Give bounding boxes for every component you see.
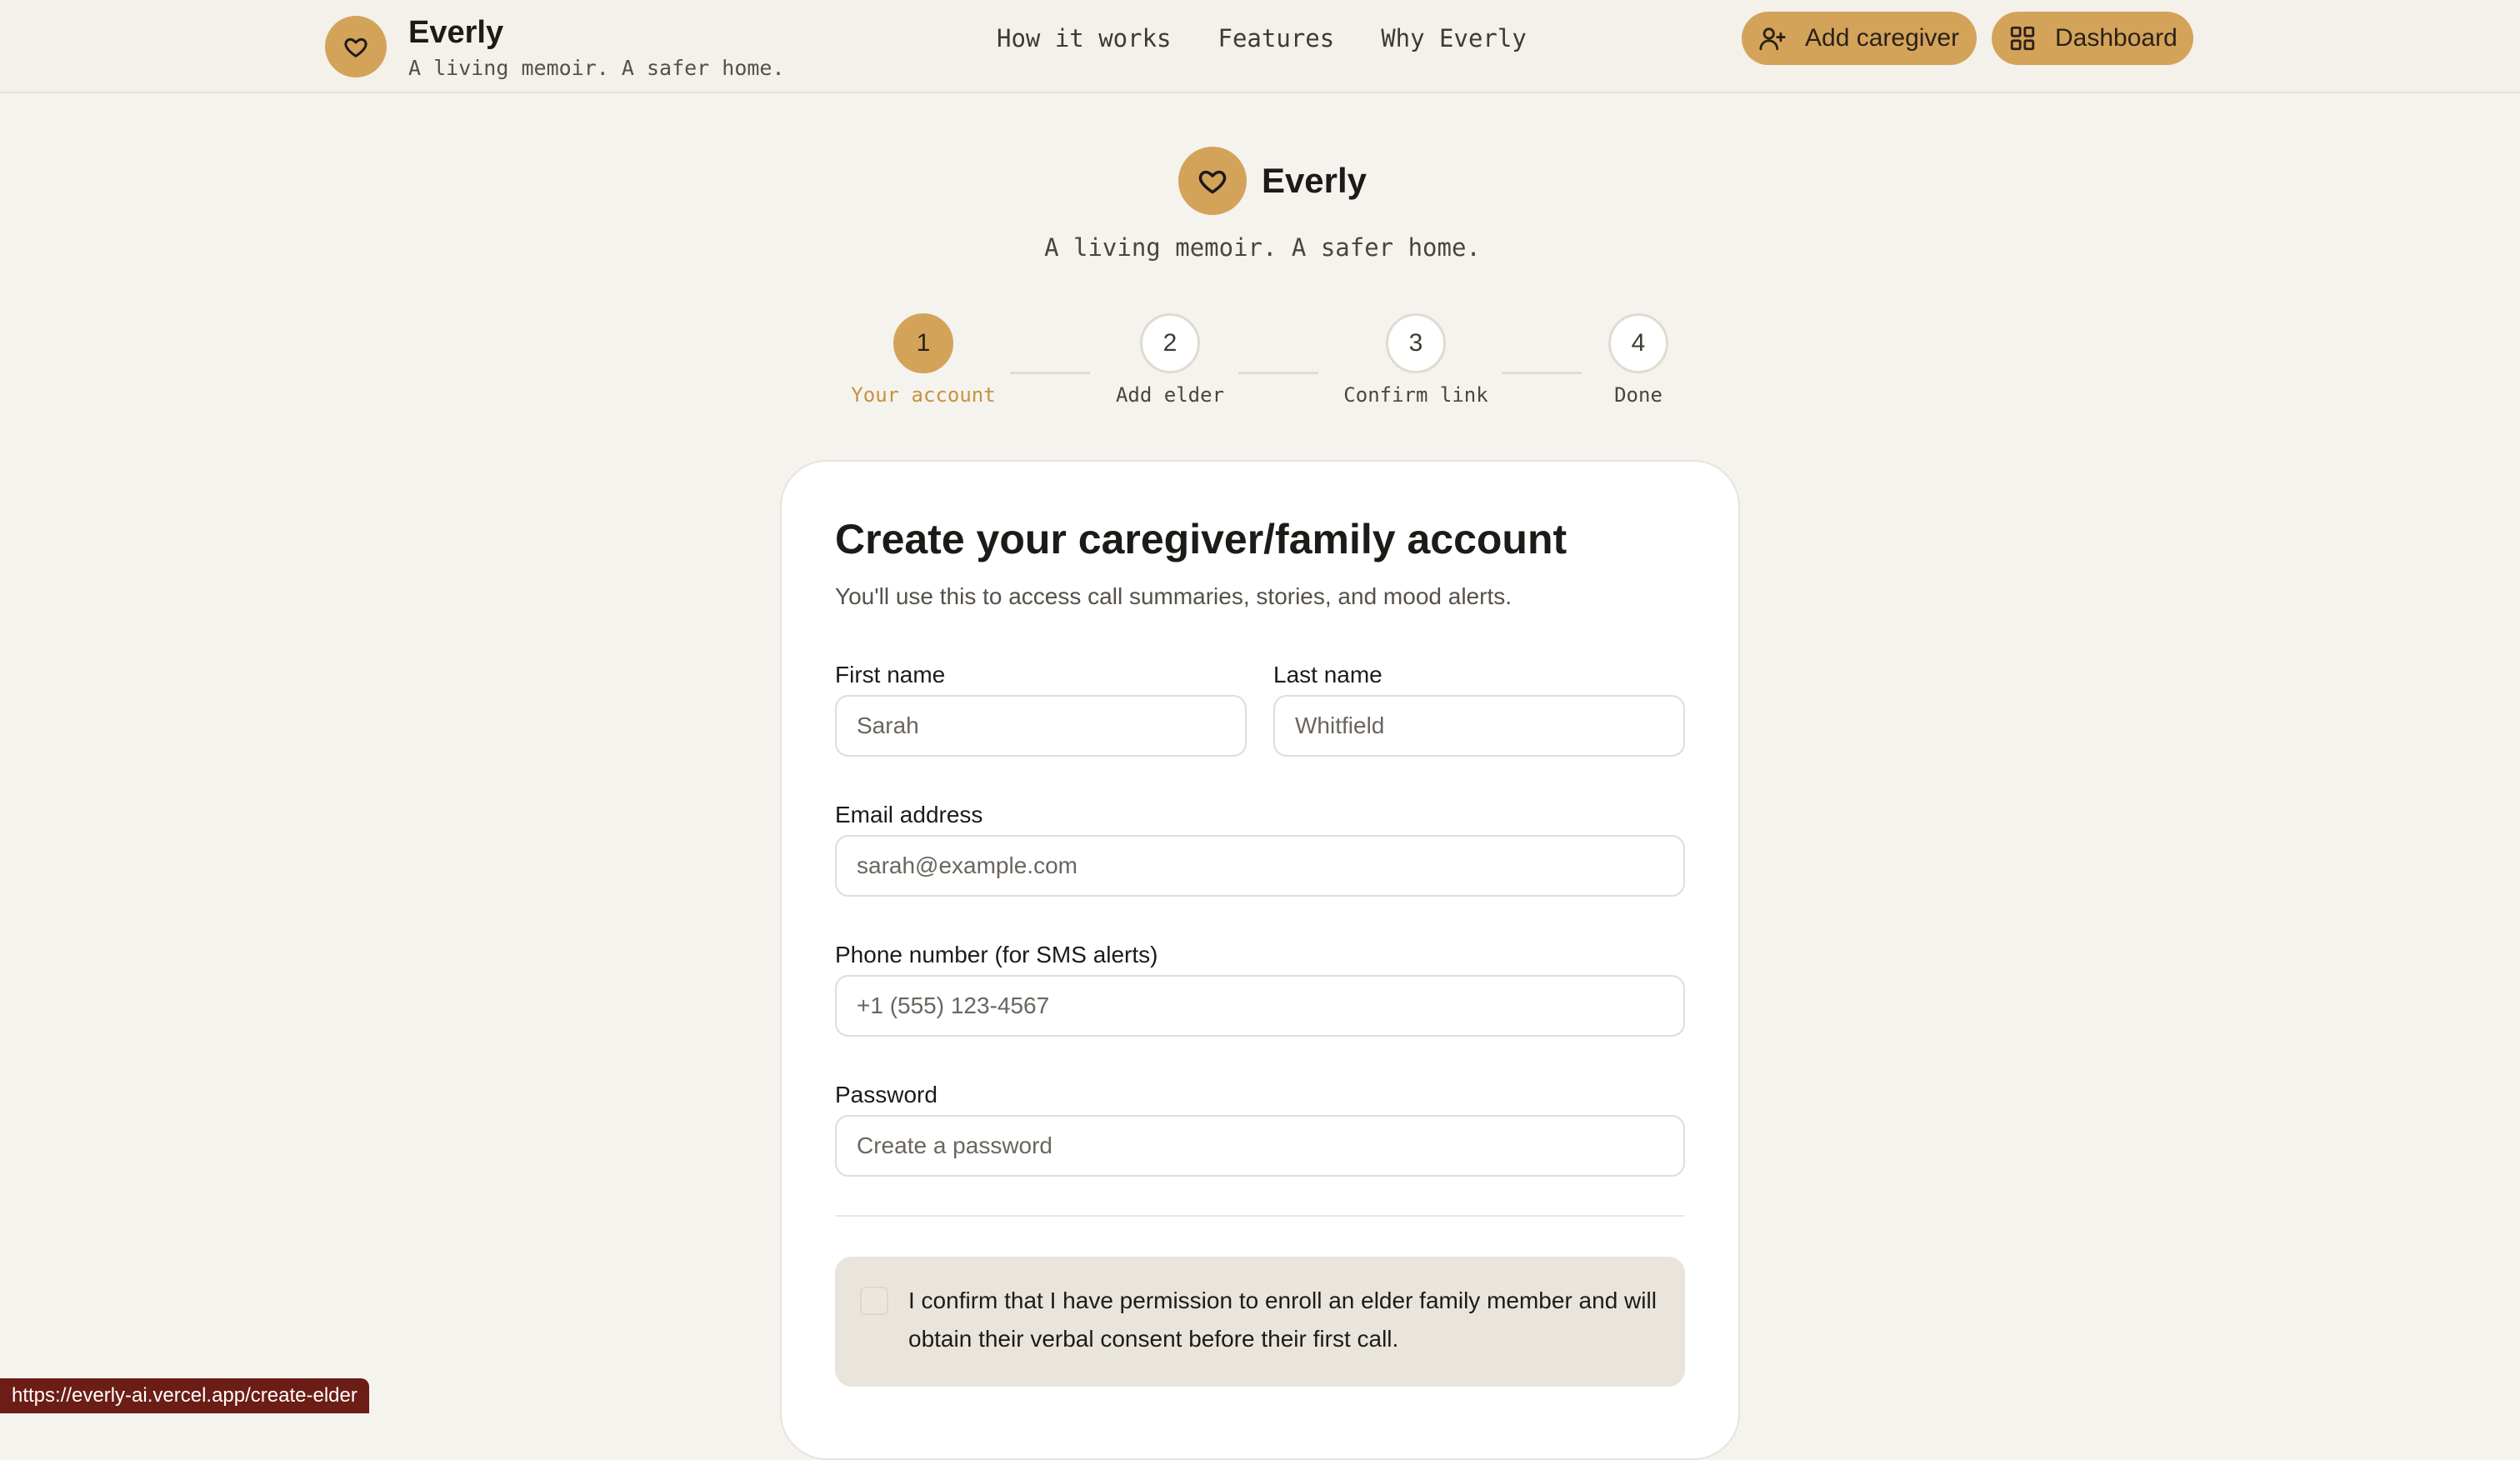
consent-box: I confirm that I have permission to enro… — [835, 1257, 1685, 1387]
step-number: 2 — [1140, 313, 1200, 373]
brand-tagline: A living memoir. A safer home. — [408, 55, 785, 80]
nav-links: How it works Features Why Everly — [997, 22, 1527, 55]
dashboard-label: Dashboard — [2055, 24, 2178, 52]
hero-tagline: A living memoir. A safer home. — [1044, 233, 1481, 262]
step-label: Add elder — [1115, 383, 1225, 407]
top-navigation-bar: Everly A living memoir. A safer home. Ho… — [0, 0, 2520, 93]
brand-name: Everly — [408, 14, 504, 50]
nav-why-everly[interactable]: Why Everly — [1381, 22, 1527, 55]
heart-icon — [325, 16, 387, 78]
password-field[interactable] — [835, 1115, 1685, 1177]
add-caregiver-label: Add caregiver — [1805, 24, 1960, 52]
grid-icon — [2008, 24, 2037, 52]
add-caregiver-button[interactable]: Add caregiver — [1742, 12, 1977, 65]
last-name-label: Last name — [1273, 662, 1382, 688]
hero-brand: Everly A living memoir. A safer home. — [0, 147, 2520, 262]
consent-checkbox[interactable] — [860, 1287, 888, 1315]
user-plus-icon — [1758, 24, 1787, 52]
email-field[interactable] — [835, 835, 1685, 897]
step-confirm-link: 3 Confirm link — [1332, 313, 1499, 407]
step-number: 4 — [1608, 313, 1668, 373]
brand[interactable]: Everly A living memoir. A safer home. — [325, 8, 785, 85]
last-name-field[interactable] — [1273, 695, 1685, 757]
account-form-card: Create your caregiver/family account You… — [780, 460, 1740, 1460]
form-title: Create your caregiver/family account — [835, 516, 1568, 562]
first-name-field[interactable] — [835, 695, 1247, 757]
consent-text[interactable]: I confirm that I have permission to enro… — [908, 1282, 1658, 1358]
nav-how-it-works[interactable]: How it works — [997, 22, 1172, 55]
phone-label: Phone number (for SMS alerts) — [835, 942, 1158, 968]
status-bar-url: https://everly-ai.vercel.app/create-elde… — [0, 1378, 369, 1413]
nav-features[interactable]: Features — [1218, 22, 1335, 55]
divider — [835, 1215, 1685, 1217]
step-label: Your account — [851, 383, 996, 407]
email-label: Email address — [835, 802, 983, 828]
step-number: 1 — [893, 313, 953, 373]
heart-icon — [1178, 147, 1247, 215]
dashboard-button[interactable]: Dashboard — [1992, 12, 2193, 65]
form-subtitle: You'll use this to access call summaries… — [835, 583, 1512, 609]
phone-field[interactable] — [835, 975, 1685, 1037]
step-number: 3 — [1386, 313, 1446, 373]
step-connector — [1010, 372, 1090, 374]
step-label: Done — [1614, 383, 1662, 407]
step-add-elder: 2 Add elder — [1087, 313, 1253, 407]
first-name-label: First name — [835, 662, 946, 688]
hero-name: Everly — [1261, 161, 1368, 200]
step-label: Confirm link — [1343, 383, 1488, 407]
step-done: 4 Done — [1555, 313, 1722, 407]
password-label: Password — [835, 1082, 938, 1108]
step-your-account: 1 Your account — [840, 313, 1007, 407]
